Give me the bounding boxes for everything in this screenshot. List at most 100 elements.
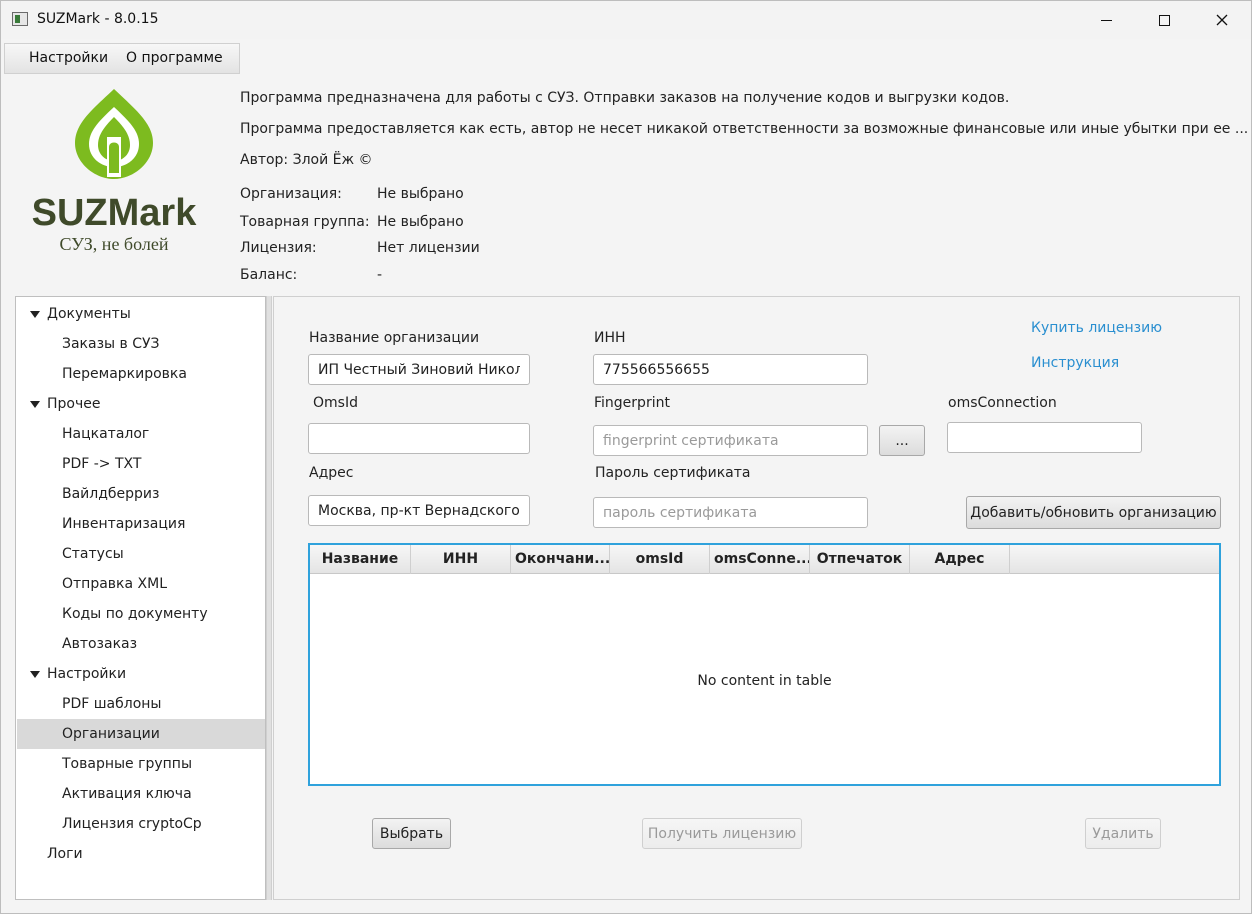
description-line-2: Программа предоставляется как есть, авто… [240,121,1249,137]
app-icon [12,12,28,26]
select-button[interactable]: Выбрать [372,818,451,849]
minimize-button[interactable] [1077,1,1135,39]
balance-info-value: - [377,267,383,283]
close-icon [1216,14,1228,26]
group-info-value: Не выбрано [377,214,464,230]
column-header-expiry[interactable]: Окончани... [511,545,610,574]
menu-settings[interactable]: Настройки [29,50,108,66]
nav-item-send-xml[interactable]: Отправка XML [17,569,265,599]
nav-label: Заказы в СУЗ [62,336,160,352]
nav-label: Коды по документу [62,606,208,622]
org-name-label: Название организации [309,330,480,346]
nav-label: Организации [62,726,160,742]
organizations-table[interactable]: Название ИНН Окончани... omsId omsConne.… [308,543,1221,786]
nav-group-other[interactable]: Прочее [17,389,265,419]
nav-item-organizations[interactable]: Организации [17,719,265,749]
nav-item-document-codes[interactable]: Коды по документу [17,599,265,629]
author-line: Автор: Злой Ёж © [240,152,373,168]
expand-arrow-icon[interactable] [30,401,40,408]
nav-item-key-activation[interactable]: Активация ключа [17,779,265,809]
nav-item-autoorder[interactable]: Автозаказ [17,629,265,659]
nav-label: Вайлдберриз [62,486,160,502]
column-header-oms-connection[interactable]: omsConne... [710,545,810,574]
nav-item-national-catalog[interactable]: Нацкаталог [17,419,265,449]
org-info-value: Не выбрано [377,186,464,202]
expand-arrow-icon[interactable] [30,671,40,678]
oms-connection-label: omsConnection [948,395,1057,411]
org-info-label: Организация: [240,186,342,202]
nav-label: Инвентаризация [62,516,186,532]
app-window: SUZMark - 8.0.15 Настройки О программе S… [0,0,1252,914]
group-info-label: Товарная группа: [240,214,370,230]
nav-label: Документы [47,306,131,322]
omsid-label: OmsId [313,395,358,411]
column-header-fingerprint[interactable]: Отпечаток [810,545,910,574]
fingerprint-input[interactable] [593,425,868,456]
delete-button[interactable]: Удалить [1085,818,1161,849]
fingerprint-label: Fingerprint [594,395,670,411]
cert-password-label: Пароль сертификата [595,465,751,481]
nav-item-product-groups[interactable]: Товарные группы [17,749,265,779]
nav-label: Перемаркировка [62,366,187,382]
inn-label: ИНН [594,330,626,346]
menu-bar: Настройки О программе [4,43,240,74]
get-license-button[interactable]: Получить лицензию [642,818,802,849]
table-empty-message: No content in table [697,673,832,689]
nav-label: PDF шаблоны [62,696,162,712]
split-pane-divider[interactable] [266,296,272,900]
nav-item-pdf-txt[interactable]: PDF -> TXT [17,449,265,479]
nav-item-logs[interactable]: Логи [17,839,265,869]
expand-arrow-icon[interactable] [30,311,40,318]
column-header-omsid[interactable]: omsId [610,545,710,574]
nav-item-wildberries[interactable]: Вайлдберриз [17,479,265,509]
nav-label: Настройки [47,666,127,682]
nav-item-inventory[interactable]: Инвентаризация [17,509,265,539]
nav-tree: Документы Заказы в СУЗ Перемаркировка Пр… [15,296,266,900]
maximize-icon [1158,14,1170,26]
nav-label: Автозаказ [62,636,138,652]
nav-item-suz-orders[interactable]: Заказы в СУЗ [17,329,265,359]
nav-label: Нацкаталог [62,426,150,442]
browse-certificate-button[interactable]: ... [879,425,925,456]
nav-item-remarking[interactable]: Перемаркировка [17,359,265,389]
address-input[interactable] [308,495,530,526]
table-header: Название ИНН Окончани... omsId omsConne.… [310,545,1219,574]
column-header-name[interactable]: Название [310,545,411,574]
logo-text: SUZMark [32,192,198,234]
title-bar[interactable]: SUZMark - 8.0.15 [1,1,1251,39]
nav-label: Лицензия cryptoCp [62,816,202,832]
inn-input[interactable] [593,354,868,385]
minimize-icon [1100,19,1112,21]
column-header-address[interactable]: Адрес [910,545,1010,574]
license-info-label: Лицензия: [240,240,317,256]
column-header-inn[interactable]: ИНН [411,545,511,574]
address-label: Адрес [309,465,354,481]
add-update-organization-button[interactable]: Добавить/обновить организацию [966,496,1221,529]
org-name-input[interactable] [308,354,530,385]
license-info-value: Нет лицензии [377,240,480,256]
nav-label: Активация ключа [62,786,192,802]
window-title: SUZMark - 8.0.15 [37,11,159,27]
description-line-1: Программа предназначена для работы с СУЗ… [240,90,1010,106]
menu-about[interactable]: О программе [126,50,223,66]
nav-label: PDF -> TXT [62,456,142,472]
instruction-link[interactable]: Инструкция [1031,355,1119,371]
suzmark-logo: SUZMark СУЗ, не болей [32,89,198,254]
oms-connection-input[interactable] [947,422,1142,453]
nav-item-cryptocp-license[interactable]: Лицензия cryptoCp [17,809,265,839]
buy-license-link[interactable]: Купить лицензию [1031,320,1162,336]
nav-label: Статусы [62,546,124,562]
close-button[interactable] [1193,1,1251,39]
nav-group-settings[interactable]: Настройки [17,659,265,689]
omsid-input[interactable] [308,423,530,454]
nav-label: Отправка XML [62,576,167,592]
maximize-button[interactable] [1135,1,1193,39]
cert-password-input[interactable] [593,497,868,528]
nav-label: Товарные группы [62,756,192,772]
logo-slogan: СУЗ, не болей [60,234,169,254]
nav-item-pdf-templates[interactable]: PDF шаблоны [17,689,265,719]
nav-label: Логи [47,846,83,862]
nav-item-statuses[interactable]: Статусы [17,539,265,569]
nav-group-documents[interactable]: Документы [17,299,265,329]
balance-info-label: Баланс: [240,267,298,283]
